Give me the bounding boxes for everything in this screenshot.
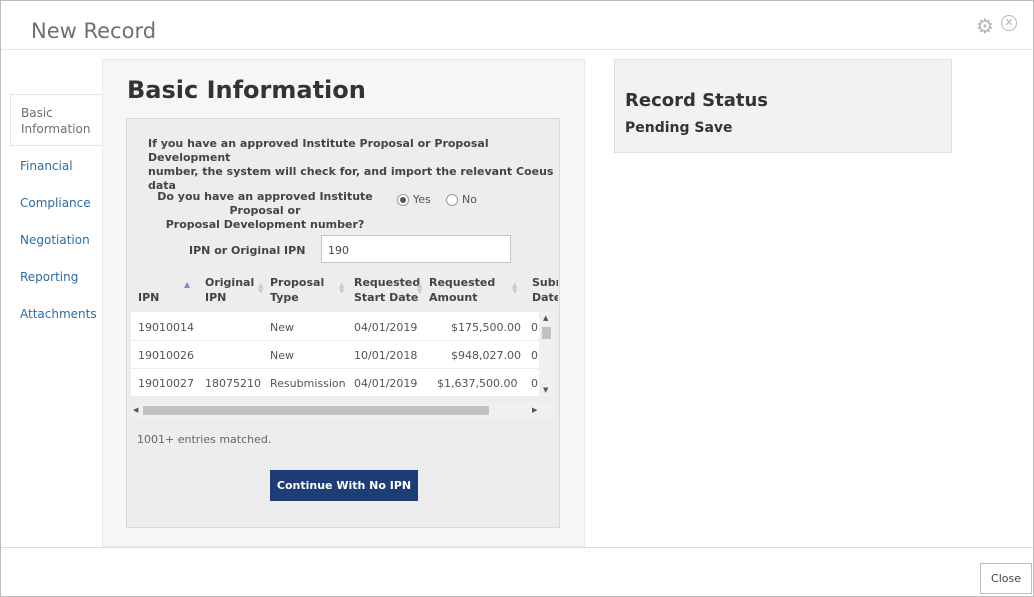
ipn-question-line-2: Proposal Development number? — [165, 218, 365, 231]
column-header-submission-date[interactable]: Submis Date — [532, 275, 558, 305]
sidebar-item-negotiation[interactable]: Negotiation — [10, 222, 102, 259]
table-row[interactable]: 19010014 New 04/01/2019 $175,500.00 07/0 — [131, 312, 543, 341]
footer-divider — [1, 547, 1033, 548]
info-message: If you have an approved Institute Propos… — [148, 137, 568, 193]
column-header-submission-date-line-2: Date — [532, 291, 558, 304]
ipn-question: Do you have an approved Institute Propos… — [143, 190, 387, 232]
cell-ipn: 19010026 — [138, 349, 194, 362]
cell-original-ipn: 18075210 — [205, 377, 261, 390]
cell-proposal-type: New — [270, 349, 294, 362]
column-header-proposal-type-line-2: Type — [270, 291, 299, 304]
table-vertical-scrollbar[interactable]: ▲ ▼ — [539, 312, 554, 397]
column-header-submission-date-line-1: Submis — [532, 276, 558, 289]
column-header-ipn-line-1 — [138, 275, 159, 290]
sort-icon[interactable]: ▲ ▼ — [417, 282, 422, 295]
column-header-requested-start-date[interactable]: Requested Start Date — [354, 275, 420, 305]
column-header-requested-amount[interactable]: Requested Amount — [429, 275, 495, 305]
cell-amount: $175,500.00 — [451, 321, 521, 334]
column-header-requested-start-date-line-1: Requested — [354, 276, 421, 289]
record-status-value: Pending Save — [625, 120, 733, 136]
column-header-proposal-type[interactable]: Proposal Type — [270, 275, 324, 305]
dialog-title: New Record — [31, 19, 157, 43]
sort-icon[interactable]: ▲ ▼ — [258, 282, 263, 295]
scroll-up-icon[interactable]: ▲ — [543, 314, 548, 322]
column-header-original-ipn-line-1: Original — [205, 276, 255, 289]
record-status-panel: Record Status Pending Save — [614, 59, 952, 153]
table-horizontal-scrollbar[interactable]: ◀ ▶ — [131, 403, 554, 418]
cell-start-date: 04/01/2019 — [354, 321, 418, 334]
new-record-dialog: New Record ⚙ ✕ Basic Information Financi… — [0, 0, 1034, 597]
cell-proposal-type: New — [270, 321, 294, 334]
basic-information-panel: Basic Information If you have an approve… — [102, 59, 585, 547]
radio-no-indicator[interactable] — [446, 193, 458, 206]
scroll-left-icon[interactable]: ◀ — [133, 406, 138, 414]
radio-yes-indicator[interactable] — [397, 193, 409, 206]
close-button[interactable]: Close — [980, 563, 1032, 594]
ipn-field-label: IPN or Original IPN — [189, 244, 306, 257]
sidebar: Basic Information Financial Compliance N… — [10, 94, 102, 333]
entries-matched-text: 1001+ entries matched. — [137, 433, 272, 446]
cell-proposal-type: Resubmission — [270, 377, 346, 390]
record-status-heading: Record Status — [625, 90, 768, 111]
scroll-down-icon[interactable]: ▼ — [543, 386, 548, 394]
scroll-right-icon[interactable]: ▶ — [532, 406, 537, 414]
sidebar-item-attachments[interactable]: Attachments — [10, 296, 102, 333]
column-header-original-ipn-line-2: IPN — [205, 291, 227, 304]
sidebar-item-basic-information[interactable]: Basic Information — [10, 94, 102, 146]
ipn-question-line-1: Do you have an approved Institute Propos… — [157, 190, 373, 217]
section-heading: Basic Information — [127, 76, 366, 104]
cell-start-date: 04/01/2019 — [354, 377, 418, 390]
info-message-line-1: If you have an approved Institute Propos… — [148, 137, 489, 164]
cell-ipn: 19010027 — [138, 377, 194, 390]
sidebar-item-reporting[interactable]: Reporting — [10, 259, 102, 296]
header-divider — [1, 49, 1033, 50]
table-row[interactable]: 19010026 New 10/01/2018 $948,027.00 07/0 — [131, 340, 543, 369]
cell-ipn: 19010014 — [138, 321, 194, 334]
cell-amount: $948,027.00 — [451, 349, 521, 362]
sidebar-item-financial[interactable]: Financial — [10, 148, 102, 185]
radio-yes-label: Yes — [413, 193, 431, 206]
horizontal-scroll-thumb[interactable] — [143, 406, 489, 415]
column-header-ipn-line-2: IPN — [138, 291, 160, 304]
sort-icon[interactable]: ▲ ▼ — [339, 282, 344, 295]
sort-ascending-icon[interactable]: ▲ — [184, 280, 190, 289]
info-message-line-2: number, the system will check for, and i… — [148, 165, 554, 192]
column-header-ipn[interactable]: IPN — [138, 275, 159, 305]
continue-with-no-ipn-button[interactable]: Continue With No IPN — [270, 470, 418, 501]
column-header-original-ipn[interactable]: Original IPN — [205, 275, 254, 305]
sidebar-item-compliance[interactable]: Compliance — [10, 185, 102, 222]
sort-icon[interactable]: ▲ ▼ — [512, 282, 517, 295]
table-row[interactable]: 19010027 18075210 Resubmission 04/01/201… — [131, 368, 543, 397]
column-header-requested-amount-line-1: Requested — [429, 276, 496, 289]
radio-no-label: No — [462, 193, 477, 206]
close-icon[interactable]: ✕ — [1001, 15, 1017, 31]
proposal-table-body: 19010014 New 04/01/2019 $175,500.00 07/0… — [131, 312, 543, 397]
ipn-input[interactable]: 190 — [321, 235, 511, 263]
radio-yes[interactable]: Yes — [397, 193, 431, 206]
column-header-proposal-type-line-1: Proposal — [270, 276, 325, 289]
cell-amount: $1,637,500.00 — [437, 377, 518, 390]
ipn-lookup-box: If you have an approved Institute Propos… — [126, 118, 560, 528]
cell-start-date: 10/01/2018 — [354, 349, 418, 362]
gear-icon[interactable]: ⚙ — [976, 14, 994, 38]
column-header-requested-amount-line-2: Amount — [429, 291, 478, 304]
column-header-requested-start-date-line-2: Start Date — [354, 291, 419, 304]
vertical-scroll-thumb[interactable] — [542, 327, 551, 339]
radio-no[interactable]: No — [446, 193, 477, 206]
